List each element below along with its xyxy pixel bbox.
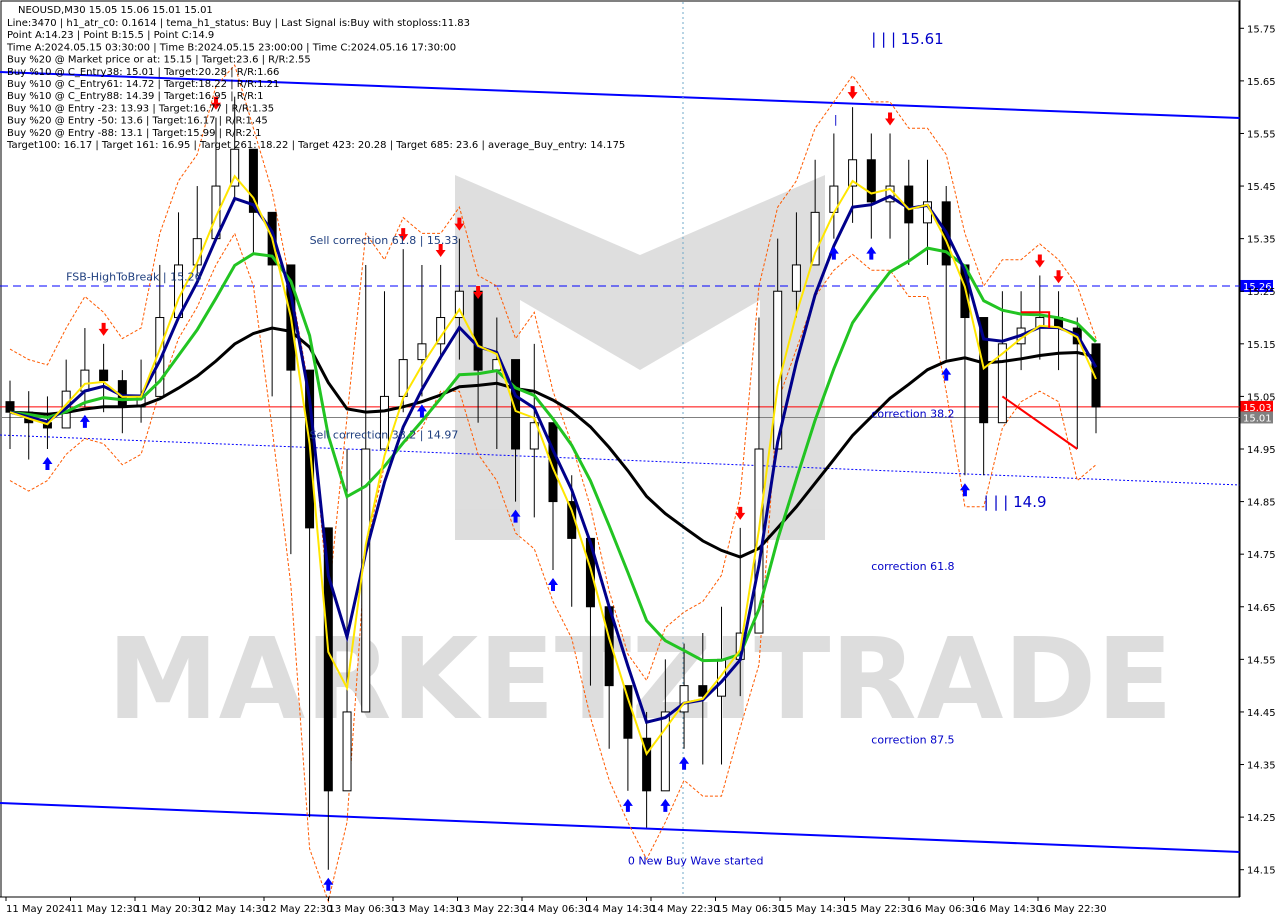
candle-body	[791, 264, 801, 292]
price-tick-label: 14.65	[1247, 603, 1276, 614]
candle-body	[1091, 343, 1101, 408]
price-tag-label: 15.01	[1243, 413, 1272, 424]
candle-body	[623, 685, 633, 739]
candle-body	[866, 159, 876, 203]
candle-body	[342, 711, 352, 792]
time-tick-label: 12 May 14:30	[200, 904, 269, 915]
info-line: Time A:2024.05.15 03:30:00 | Time B:2024…	[6, 42, 456, 53]
time-tick-label: 14 May 06:30	[522, 904, 591, 915]
watermark-text: MARKETZITRADE	[107, 615, 1173, 745]
candle-body	[417, 343, 427, 361]
price-tick-label: 15.25	[1247, 287, 1276, 298]
candle-body	[398, 359, 408, 397]
annotation-label: Sell correction 38.2 | 14.97	[310, 428, 459, 441]
info-line: Buy %10 @ C_Entry38: 15.01 | Target:20.2…	[7, 67, 279, 78]
price-tick-label: 14.35	[1247, 761, 1276, 772]
candle-body	[810, 211, 820, 266]
annotation-label: correction 87.5	[871, 733, 954, 746]
info-line: Buy %20 @ Entry -50: 13.6 | Target:16.17…	[7, 116, 268, 127]
time-tick-label: 13 May 22:30	[458, 904, 527, 915]
time-tick-label: 11 May 20:30	[135, 904, 204, 915]
time-tick-label: 13 May 14:30	[393, 904, 462, 915]
time-tick-label: 16 May 06:30	[909, 904, 978, 915]
price-tick-label: 14.25	[1247, 813, 1276, 824]
annotation-label: |	[834, 113, 838, 126]
price-tick-label: 15.65	[1247, 77, 1276, 88]
annotation-label: correction 61.8	[871, 560, 954, 573]
price-chart[interactable]: MARKETZITRADE 15.2615.0315.01 | | | 15.6…	[0, 0, 1280, 920]
time-tick-label: 11 May 12:30	[71, 904, 140, 915]
time-tick-label: 13 May 06:30	[329, 904, 398, 915]
price-tick-label: 14.15	[1247, 866, 1276, 877]
price-tick-label: 14.85	[1247, 498, 1276, 509]
price-tick-label: 15.55	[1247, 129, 1276, 140]
candle-body	[473, 290, 483, 371]
time-tick-label: 14 May 14:30	[587, 904, 656, 915]
price-tick-label: 15.05	[1247, 392, 1276, 403]
annotation-label: correction 38.2	[871, 407, 954, 420]
candle-body	[904, 185, 914, 224]
time-tick-label: 14 May 22:30	[651, 904, 720, 915]
info-line: Buy %20 @ Market price or at: 15.15 | Ta…	[7, 55, 311, 66]
price-tick-label: 15.45	[1247, 182, 1276, 193]
annotation-label: 0 New Buy Wave started	[628, 854, 764, 867]
info-line: Point A:14.23 | Point B:15.5 | Point C:1…	[7, 30, 214, 41]
symbol-line: NEOUSD,M30 15.05 15.06 15.01 15.01	[18, 5, 213, 16]
info-line: Buy %10 @ C_Entry61: 14.72 | Target:18.2…	[7, 79, 279, 90]
info-line: Buy %10 @ Entry -23: 13.93 | Target:16.7…	[7, 103, 274, 114]
time-tick-label: 15 May 14:30	[780, 904, 849, 915]
price-tick-label: 15.35	[1247, 235, 1276, 246]
price-tick-label: 15.75	[1247, 24, 1276, 35]
price-tick-label: 14.95	[1247, 445, 1276, 456]
price-tick-label: 15.15	[1247, 340, 1276, 351]
price-tick-label: 14.45	[1247, 708, 1276, 719]
time-tick-label: 15 May 22:30	[845, 904, 914, 915]
info-line: Line:3470 | h1_atr_c0: 0.1614 | tema_h1_…	[7, 18, 470, 29]
info-line: Target100: 16.17 | Target 161: 16.95 | T…	[6, 140, 625, 151]
info-line: Buy %10 @ C_Entry88: 14.39 | Target:16.9…	[7, 91, 263, 102]
info-line: Buy %20 @ Entry -88: 13.1 | Target:15.99…	[7, 128, 261, 139]
time-tick-label: 16 May 14:30	[974, 904, 1043, 915]
time-tick-label: 16 May 22:30	[1038, 904, 1107, 915]
annotation-label: | | | 14.9	[984, 493, 1047, 511]
candle-body	[99, 369, 109, 382]
time-tick-label: 15 May 06:30	[716, 904, 785, 915]
price-tick-label: 14.55	[1247, 655, 1276, 666]
annotation-label: | | | 15.61	[871, 30, 943, 48]
time-tick-label: 11 May 2024	[6, 904, 71, 915]
time-tick-label: 12 May 22:30	[264, 904, 333, 915]
candle-body	[5, 401, 15, 413]
annotation-label: Sell correction 61.8 | 15.33	[310, 234, 459, 247]
price-tick-label: 14.75	[1247, 550, 1276, 561]
annotation-label: FSB-HighToBreak | 15.26	[66, 271, 201, 284]
